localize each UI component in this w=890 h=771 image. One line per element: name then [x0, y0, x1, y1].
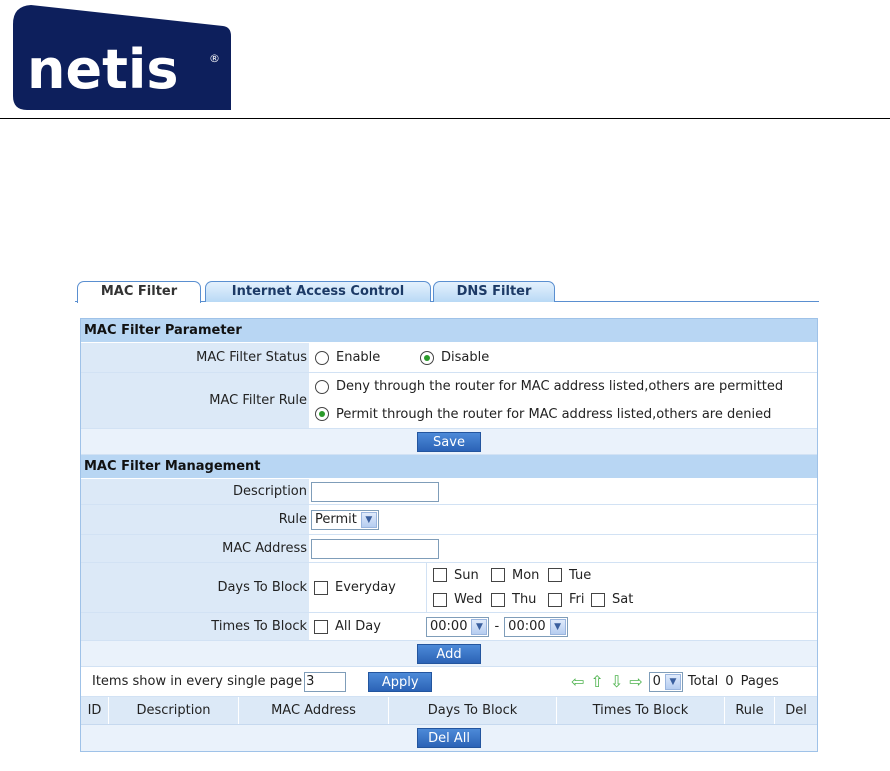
day-sun-option[interactable]: Sun [433, 568, 491, 583]
status-label: MAC Filter Status [81, 343, 309, 372]
svg-text:®: ® [209, 52, 220, 65]
time-to-select[interactable]: 00:00 ▼ [504, 616, 568, 637]
next-page-icon[interactable]: ⇩ [610, 672, 623, 691]
status-enable-radio[interactable] [315, 350, 329, 365]
col-rule: Rule [725, 697, 775, 724]
rule-label: MAC Filter Rule [81, 373, 309, 428]
logo-text: netis [27, 38, 179, 101]
tab-internet-access-control[interactable]: Internet Access Control [205, 281, 431, 302]
description-label: Description [81, 479, 309, 504]
prev-page-icon[interactable]: ⇧ [590, 672, 603, 691]
rule-select[interactable]: Permit ▼ [311, 509, 379, 530]
day-tue-option[interactable]: Tue [548, 568, 591, 583]
rule-permit-radio[interactable] [315, 407, 329, 422]
allday-option[interactable]: All Day [314, 619, 426, 634]
col-days-to-block: Days To Block [389, 697, 557, 724]
day-tue-checkbox[interactable] [548, 568, 562, 583]
pages-label: Pages [740, 674, 779, 689]
total-value: 0 [725, 674, 734, 689]
header-divider [0, 118, 890, 119]
section-title-parameter: MAC Filter Parameter [81, 319, 817, 343]
times-to-block-label: Times To Block [81, 613, 309, 640]
day-sat-checkbox[interactable] [591, 592, 605, 607]
del-all-button[interactable]: Del All [417, 728, 481, 748]
rule-deny-radio[interactable] [315, 379, 329, 394]
day-thu-checkbox[interactable] [491, 592, 505, 607]
col-del: Del [785, 703, 807, 718]
chevron-down-icon: ▼ [360, 511, 377, 528]
day-sun-checkbox[interactable] [433, 568, 447, 583]
rule-select-label: Rule [81, 505, 309, 534]
netis-logo: netis ® [7, 2, 231, 110]
description-input[interactable] [311, 481, 439, 502]
col-id: ID [81, 697, 109, 724]
day-fri-checkbox[interactable] [548, 592, 562, 607]
time-separator: - [494, 619, 500, 634]
table-header: ID Description MAC Address Days To Block… [81, 697, 817, 725]
apply-button[interactable]: Apply [368, 671, 433, 692]
status-disable-option[interactable]: Disable [420, 350, 489, 365]
day-wed-checkbox[interactable] [433, 592, 447, 607]
day-fri-option[interactable]: Fri [548, 592, 591, 607]
everyday-option[interactable]: Everyday [314, 580, 426, 595]
col-times-to-block: Times To Block [557, 697, 725, 724]
day-thu-option[interactable]: Thu [491, 592, 548, 607]
section-title-management: MAC Filter Management [81, 455, 817, 479]
days-to-block-label: Days To Block [81, 563, 309, 612]
mac-address-input[interactable] [311, 538, 439, 559]
rule-permit-option[interactable]: Permit through the router for MAC addres… [315, 407, 771, 422]
chevron-down-icon: ▼ [664, 673, 681, 690]
everyday-checkbox[interactable] [314, 580, 328, 595]
allday-checkbox[interactable] [314, 619, 328, 634]
items-per-page-input[interactable]: 3 [304, 671, 347, 692]
tab-dns-filter[interactable]: DNS Filter [433, 281, 555, 302]
mac-address-label: MAC Address [81, 535, 309, 562]
day-mon-checkbox[interactable] [491, 568, 505, 583]
save-button[interactable]: Save [417, 431, 481, 452]
pager-bar: Items show in every single page 3 Apply … [81, 667, 817, 697]
day-mon-option[interactable]: Mon [491, 568, 548, 583]
mac-filter-panel: MAC Filter Parameter MAC Filter Status E… [80, 318, 818, 752]
status-disable-radio[interactable] [420, 350, 434, 365]
col-mac-address: MAC Address [239, 697, 389, 724]
first-page-icon[interactable]: ⇦ [571, 672, 584, 691]
chevron-down-icon: ▼ [471, 618, 488, 635]
time-from-select[interactable]: 00:00 ▼ [426, 616, 490, 637]
col-description: Description [109, 697, 239, 724]
page-select[interactable]: 0 ▼ [648, 671, 683, 692]
rule-deny-option[interactable]: Deny through the router for MAC address … [315, 379, 783, 394]
last-page-icon[interactable]: ⇨ [629, 672, 642, 691]
day-wed-option[interactable]: Wed [433, 592, 491, 607]
tab-mac-filter[interactable]: MAC Filter [77, 281, 201, 303]
status-enable-option[interactable]: Enable [315, 350, 420, 365]
total-label: Total [687, 674, 719, 689]
chevron-down-icon: ▼ [549, 618, 566, 635]
items-per-page-label: Items show in every single page [92, 674, 303, 689]
add-button[interactable]: Add [417, 643, 481, 664]
day-sat-option[interactable]: Sat [591, 592, 633, 607]
tab-bar: MAC Filter Internet Access Control DNS F… [75, 279, 819, 303]
